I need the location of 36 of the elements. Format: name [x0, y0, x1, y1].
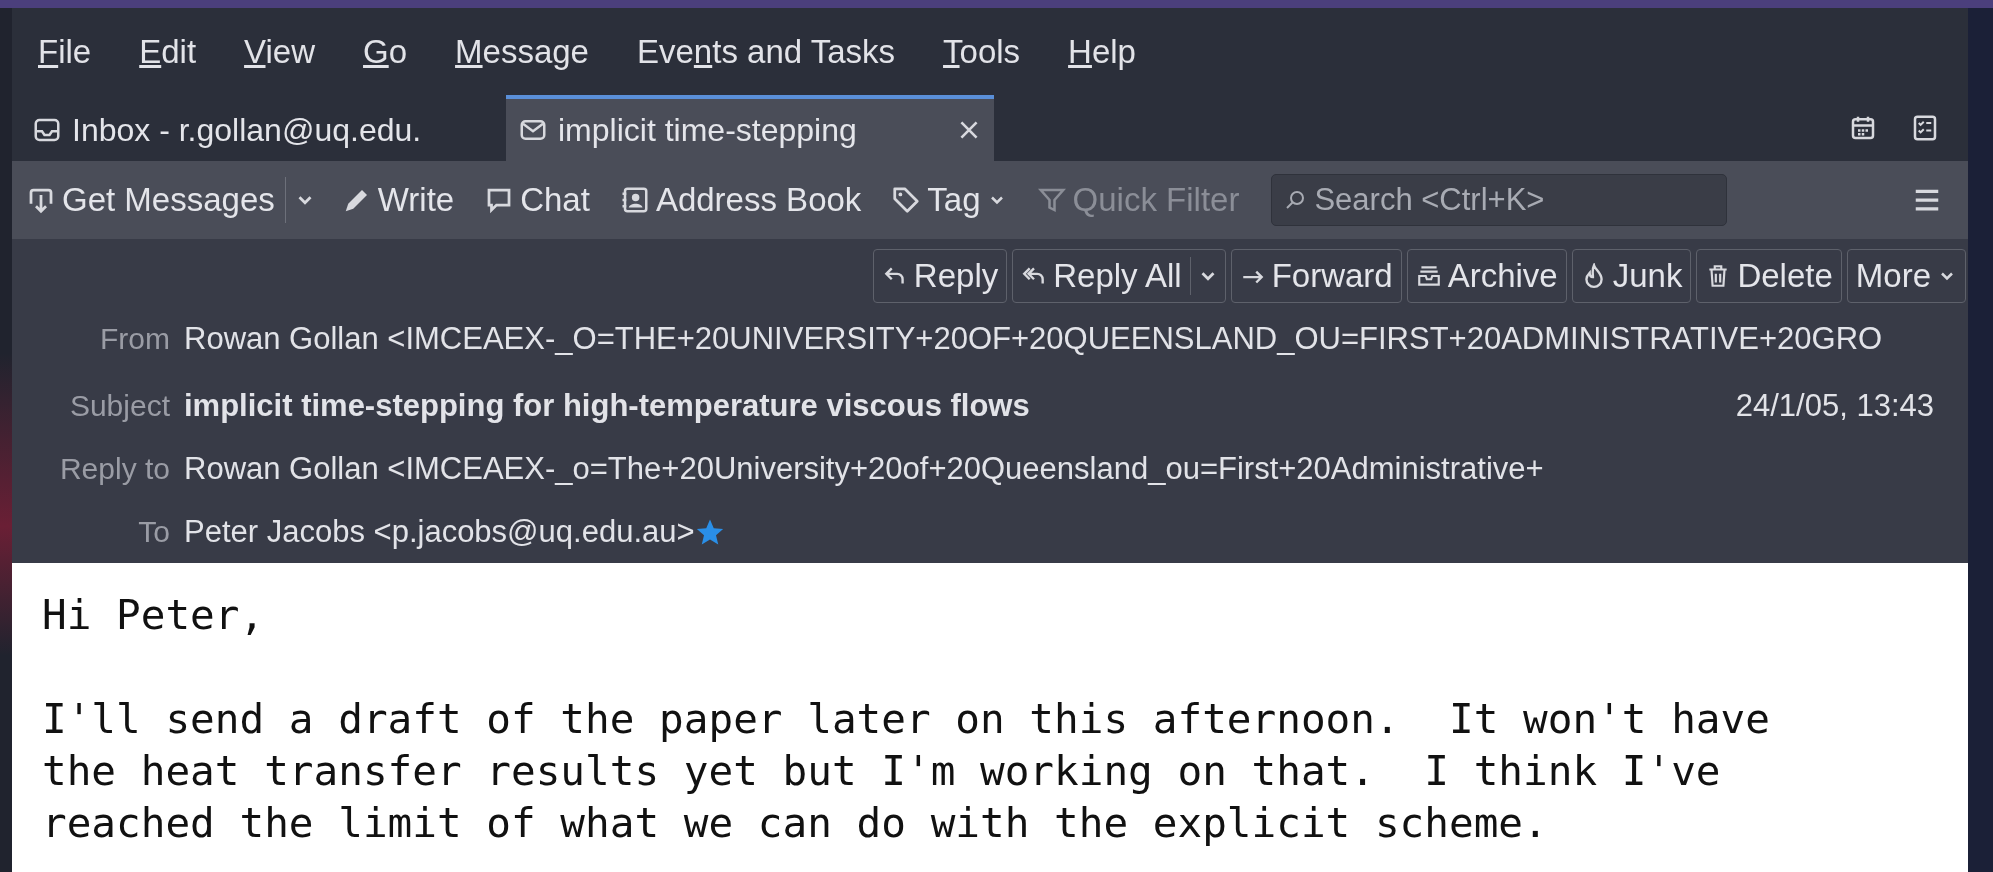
forward-button[interactable]: Forward — [1230, 249, 1402, 304]
menu-item[interactable]: File — [38, 32, 92, 71]
header-label: Subject — [68, 388, 170, 423]
recipient-link[interactable]: Peter Jacobs <p.jacobs@uq.edu.au> — [184, 513, 695, 550]
write-button[interactable]: Write — [337, 177, 459, 223]
get-messages-button[interactable]: Get Messages — [22, 177, 286, 223]
addressbook-button[interactable]: Address Book — [615, 177, 866, 223]
more-button[interactable]: More — [1846, 249, 1966, 304]
header-label: Reply to — [58, 451, 170, 486]
tag-button[interactable]: Tag — [887, 177, 1011, 223]
menu-item[interactable]: Help — [1068, 32, 1136, 71]
subject-text: implicit time-stepping for high-temperature viscous flows — [184, 387, 1030, 424]
reply-button[interactable]: Reply — [872, 249, 1008, 304]
junk-button[interactable]: Junk — [1571, 249, 1692, 304]
date-text: 24/1/05, 13:43 — [1735, 387, 1934, 424]
header-label: To — [137, 514, 170, 549]
body-text: the heat transfer results yet but I'm working on that. I think I've — [42, 746, 1722, 797]
body-text: reached the limit of what we can do with the explicit scheme. — [42, 798, 1549, 849]
menu-item[interactable]: Events and Tasks — [637, 32, 896, 71]
chat-button[interactable]: Chat — [480, 177, 594, 223]
menu-item[interactable]: Tools — [943, 32, 1021, 71]
search-field[interactable]: Search <Ctrl+K> — [1271, 174, 1728, 226]
body-text: I'll send a draft of the paper later on this afternoon. It won't have — [42, 694, 1771, 745]
menu-item[interactable]: Edit — [139, 32, 197, 71]
menu-item[interactable]: Message — [455, 32, 589, 71]
menu-item[interactable]: Go — [363, 32, 408, 71]
menu-item[interactable]: View — [244, 32, 316, 71]
body-text: Hi Peter, — [42, 590, 266, 641]
tab[interactable]: Inbox - r.gollan@uq.edu. — [20, 95, 502, 161]
sender-address[interactable]: Rowan Gollan <IMCEAEX-_o=The+20University+20of+20Queensland_ou=First+20Administrative+ — [184, 450, 1544, 487]
tab[interactable]: implicit time-stepping — [506, 95, 994, 161]
archive-button[interactable]: Archive — [1406, 249, 1567, 304]
delete-button[interactable]: Delete — [1696, 249, 1842, 304]
sender-address[interactable]: Rowan Gollan <IMCEAEX-_O=THE+20UNIVERSITY+20OF+20QUEENSLAND_OU=FIRST+20ADMINISTRATIVE+20GRO — [184, 320, 1883, 357]
tag-icon — [891, 185, 922, 215]
header-label: From — [99, 321, 170, 356]
